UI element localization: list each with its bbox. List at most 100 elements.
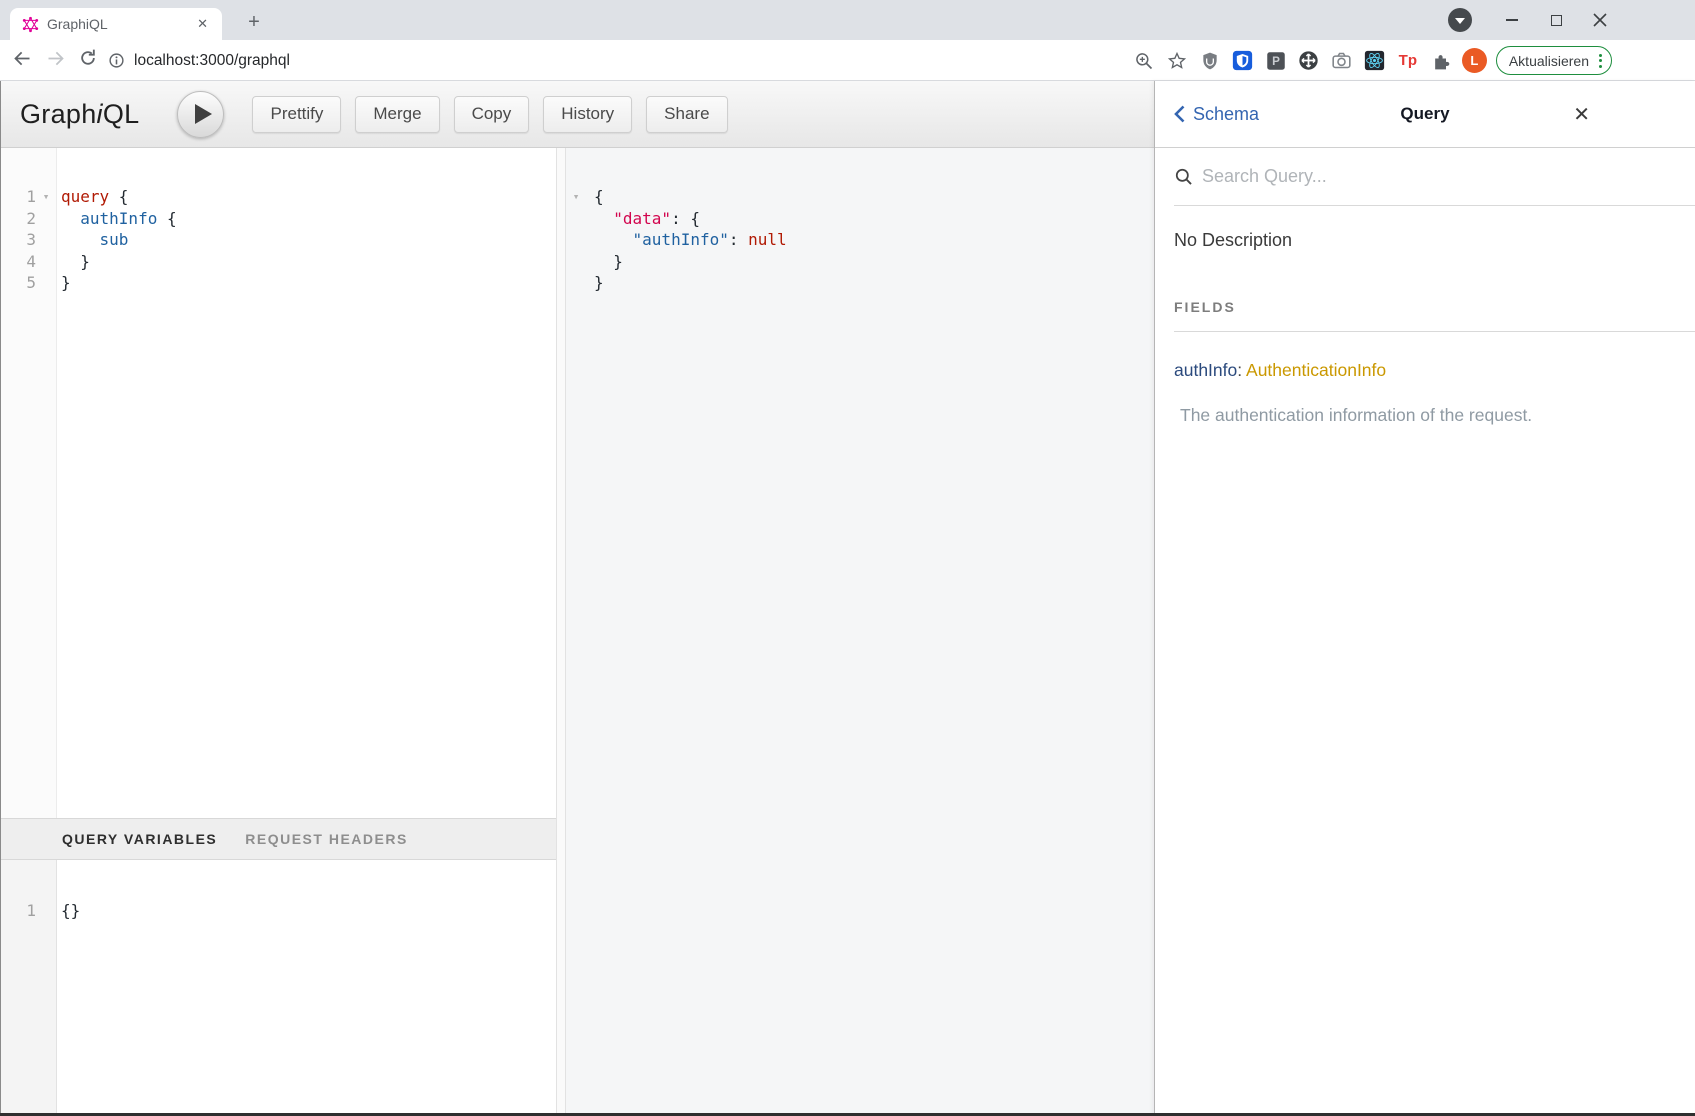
graphiql-logo: GraphiQL <box>20 99 139 130</box>
line-number: 3 <box>0 229 36 251</box>
result-viewer: ▾ { "data": { "authInfo": null } } <box>566 148 1154 1116</box>
field-type-link[interactable]: AuthenticationInfo <box>1246 360 1386 380</box>
line-number-gutter: 1▾ 2 3 4 5 <box>0 148 57 818</box>
code-token <box>594 230 633 249</box>
code-line: } <box>594 251 1154 273</box>
doc-close-icon[interactable]: ✕ <box>1573 102 1590 127</box>
graphql-favicon-icon <box>22 16 39 33</box>
doc-search-row <box>1174 148 1695 206</box>
variables-editor[interactable]: 1 {} <box>0 860 556 1116</box>
tab-request-headers[interactable]: REQUEST HEADERS <box>245 831 408 847</box>
code-token: } <box>61 252 90 271</box>
move-extension-icon[interactable] <box>1297 49 1321 73</box>
doc-back-link[interactable]: Schema <box>1173 104 1259 125</box>
history-button[interactable]: History <box>543 96 632 133</box>
tab-query-variables[interactable]: QUERY VARIABLES <box>62 831 217 847</box>
fold-caret-icon[interactable]: ▾ <box>566 186 586 208</box>
doc-search-input[interactable] <box>1202 166 1695 187</box>
p-extension-icon[interactable]: P <box>1264 49 1288 73</box>
bookmark-star-icon[interactable] <box>1165 49 1189 73</box>
url-text[interactable]: localhost:3000/graphql <box>134 52 290 70</box>
query-editor[interactable]: 1▾ 2 3 4 5 query { authInfo { sub } } <box>0 148 556 818</box>
tp-extension-icon[interactable]: Tp <box>1396 49 1420 73</box>
line-number: 1 <box>0 186 36 208</box>
code-token: { <box>109 187 128 206</box>
code-token: { <box>594 187 604 206</box>
url-field[interactable]: localhost:3000/graphql <box>108 40 290 81</box>
field-separator: : <box>1237 360 1242 380</box>
chrome-menu-icon[interactable] <box>1599 54 1602 68</box>
code-line: "data": { <box>594 208 1154 230</box>
update-browser-button[interactable]: Aktualisieren <box>1496 46 1612 75</box>
code-token: {} <box>61 901 80 920</box>
svg-text:P: P <box>1272 55 1280 68</box>
forward-icon[interactable] <box>45 48 66 74</box>
doc-field-row: authInfo: AuthenticationInfo <box>1174 360 1695 381</box>
window-controls <box>1448 0 1610 40</box>
search-icon <box>1174 167 1193 186</box>
reload-icon[interactable] <box>78 48 98 73</box>
editor-result-divider[interactable] <box>556 148 566 1116</box>
code-token: sub <box>61 230 128 249</box>
field-name-link[interactable]: authInfo <box>1174 360 1237 380</box>
window-edge <box>0 81 1 1116</box>
doc-back-label: Schema <box>1193 104 1259 125</box>
address-bar: localhost:3000/graphql P <box>0 40 1695 81</box>
graphiql-toolbar: GraphiQL Prettify Merge Copy History Sha… <box>0 81 1154 148</box>
code-token: null <box>748 230 787 249</box>
bitwarden-extension-icon[interactable] <box>1231 49 1255 73</box>
browser-tab[interactable]: GraphiQL ✕ <box>10 8 222 40</box>
maximize-button[interactable] <box>1546 10 1566 30</box>
code-token: } <box>594 273 604 292</box>
code-token: : { <box>671 209 700 228</box>
react-devtools-extension-icon[interactable] <box>1363 49 1387 73</box>
update-button-label: Aktualisieren <box>1509 53 1589 69</box>
ublock-extension-icon[interactable] <box>1198 49 1222 73</box>
code-line: "authInfo": null <box>594 229 1154 251</box>
doc-title: Query <box>1400 104 1449 124</box>
fields-heading: FIELDS <box>1174 299 1695 332</box>
new-tab-button[interactable]: + <box>240 8 268 36</box>
prettify-button[interactable]: Prettify <box>252 96 341 133</box>
query-code[interactable]: query { authInfo { sub } } <box>57 148 556 818</box>
code-token: "authInfo" <box>633 230 729 249</box>
back-icon[interactable] <box>12 48 33 74</box>
code-line: } <box>594 272 1154 294</box>
play-icon <box>195 104 212 124</box>
code-line: authInfo { <box>61 208 556 230</box>
doc-body: No Description FIELDS authInfo: Authenti… <box>1155 206 1695 426</box>
close-window-button[interactable] <box>1590 10 1610 30</box>
line-number: 4 <box>0 251 36 273</box>
line-number: 5 <box>0 272 36 294</box>
page-info-icon[interactable] <box>108 52 125 69</box>
doc-explorer-header: Schema Query ✕ <box>1155 81 1695 148</box>
doc-explorer: Schema Query ✕ No Description FIELDS aut… <box>1154 81 1695 1116</box>
copy-button[interactable]: Copy <box>454 96 530 133</box>
camera-extension-icon[interactable] <box>1330 49 1354 73</box>
merge-button[interactable]: Merge <box>355 96 439 133</box>
tab-strip: GraphiQL ✕ + <box>0 0 1695 40</box>
code-token: } <box>61 273 71 292</box>
result-fold-gutter: ▾ <box>566 148 588 1116</box>
code-token: query <box>61 187 109 206</box>
minimize-button[interactable] <box>1502 10 1522 30</box>
code-token <box>594 209 613 228</box>
code-token: : <box>729 230 748 249</box>
extensions-puzzle-icon[interactable] <box>1429 49 1453 73</box>
tab-close-icon[interactable]: ✕ <box>193 14 212 34</box>
zoom-icon[interactable] <box>1132 49 1156 73</box>
tab-search-icon[interactable] <box>1448 8 1472 32</box>
tab-title: GraphiQL <box>47 16 193 32</box>
code-token: authInfo <box>61 209 157 228</box>
code-token: "data" <box>613 209 671 228</box>
share-button[interactable]: Share <box>646 96 727 133</box>
code-token: { <box>157 209 176 228</box>
profile-avatar[interactable]: L <box>1462 48 1487 73</box>
secondary-editor-tabs: QUERY VARIABLES REQUEST HEADERS <box>0 818 556 860</box>
variables-code[interactable]: {} <box>57 860 556 1116</box>
execute-query-button[interactable] <box>177 91 224 138</box>
code-line: { <box>594 186 1154 208</box>
code-token: } <box>594 252 623 271</box>
line-number: 1 <box>0 900 36 922</box>
fold-caret-icon[interactable]: ▾ <box>36 186 56 208</box>
